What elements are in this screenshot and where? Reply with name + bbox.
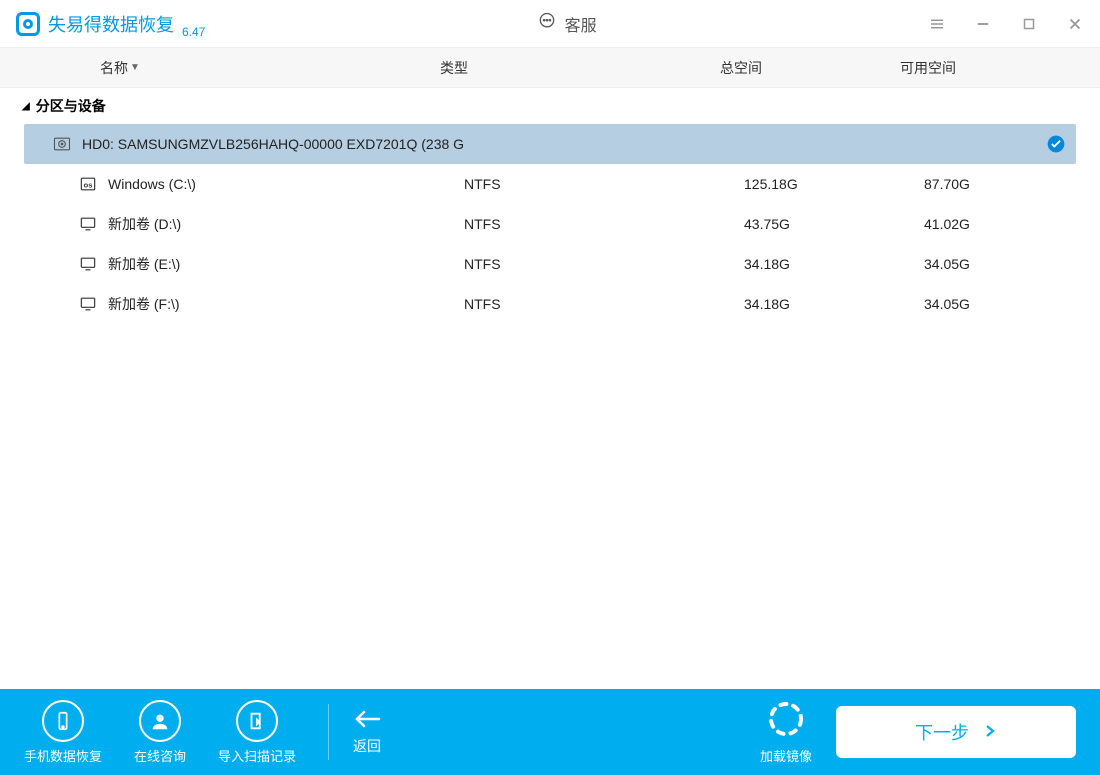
- row-label: 新加卷 (F:\): [108, 294, 180, 314]
- table-row[interactable]: os Windows (C:\) NTFS 125.18G 87.70G: [24, 164, 1076, 204]
- disk-icon: [52, 134, 72, 154]
- phone-label: 手机数据恢复: [24, 746, 102, 765]
- row-label: HD0: SAMSUNGMZVLB256HAHQ-00000 EXD7201Q …: [82, 136, 464, 152]
- check-icon: [1036, 134, 1076, 154]
- svg-text:os: os: [84, 180, 93, 189]
- row-type: NTFS: [464, 176, 744, 192]
- drive-icon: [78, 214, 98, 234]
- support-label: 客服: [565, 12, 597, 36]
- back-label: 返回: [353, 736, 381, 756]
- column-free[interactable]: 可用空间: [900, 58, 1100, 78]
- table-header: 名称 ▼ 类型 总空间 可用空间: [0, 48, 1100, 88]
- import-button[interactable]: 导入扫描记录: [218, 700, 296, 765]
- main-area: ◢ 分区与设备 HD0: SAMSUNGMZVLB256HAHQ-00000 E…: [0, 88, 1100, 689]
- window-controls: [928, 15, 1084, 33]
- consult-label: 在线咨询: [134, 746, 186, 765]
- chevron-right-icon: [983, 722, 997, 743]
- chat-icon: [537, 11, 557, 36]
- menu-button[interactable]: [928, 15, 946, 33]
- column-type[interactable]: 类型: [440, 58, 720, 78]
- footer-separator: [328, 704, 329, 760]
- collapse-arrow-icon: ◢: [22, 101, 30, 112]
- app-logo: [16, 12, 40, 36]
- row-free: 41.02G: [924, 216, 1036, 232]
- import-icon: [236, 700, 278, 742]
- row-type: NTFS: [464, 256, 744, 272]
- next-label: 下一步: [915, 719, 969, 745]
- drive-icon: [78, 294, 98, 314]
- section-title: 分区与设备: [36, 96, 106, 116]
- footer: 手机数据恢复 在线咨询 导入扫描记录 返回 加载镜像 下一步: [0, 689, 1100, 775]
- row-total: 125.18G: [744, 176, 924, 192]
- column-name[interactable]: 名称 ▼: [0, 58, 440, 78]
- import-label: 导入扫描记录: [218, 746, 296, 765]
- phone-icon: [42, 700, 84, 742]
- minimize-button[interactable]: [974, 15, 992, 33]
- row-label: Windows (C:\): [108, 176, 196, 192]
- row-free: 87.70G: [924, 176, 1036, 192]
- table-row[interactable]: 新加卷 (F:\) NTFS 34.18G 34.05G: [24, 284, 1076, 324]
- sort-arrow-icon: ▼: [130, 62, 140, 73]
- app-version: 6.47: [182, 25, 205, 47]
- column-name-label: 名称: [100, 58, 128, 78]
- row-total: 34.18G: [744, 256, 924, 272]
- back-arrow-icon: [353, 709, 381, 732]
- table-row[interactable]: 新加卷 (E:\) NTFS 34.18G 34.05G: [24, 244, 1076, 284]
- table-row[interactable]: HD0: SAMSUNGMZVLB256HAHQ-00000 EXD7201Q …: [24, 124, 1076, 164]
- row-total: 43.75G: [744, 216, 924, 232]
- row-type: NTFS: [464, 296, 744, 312]
- column-total[interactable]: 总空间: [720, 58, 900, 78]
- maximize-button[interactable]: [1020, 15, 1038, 33]
- close-button[interactable]: [1066, 15, 1084, 33]
- load-image-label: 加载镜像: [760, 746, 812, 765]
- row-free: 34.05G: [924, 296, 1036, 312]
- next-button[interactable]: 下一步: [836, 706, 1076, 758]
- row-total: 34.18G: [744, 296, 924, 312]
- load-image-button[interactable]: 加载镜像: [760, 699, 812, 765]
- app-title: 失易得数据恢复: [48, 11, 174, 37]
- loading-icon: [766, 699, 806, 742]
- drive-icon: [78, 254, 98, 274]
- row-label: 新加卷 (D:\): [108, 214, 181, 234]
- titlebar: 失易得数据恢复 6.47 客服: [0, 0, 1100, 48]
- back-button[interactable]: 返回: [353, 709, 381, 756]
- section-partitions[interactable]: ◢ 分区与设备: [0, 88, 1100, 124]
- support-button[interactable]: 客服: [205, 11, 928, 36]
- consult-button[interactable]: 在线咨询: [134, 700, 186, 765]
- row-type: NTFS: [464, 216, 744, 232]
- row-free: 34.05G: [924, 256, 1036, 272]
- person-icon: [139, 700, 181, 742]
- os-drive-icon: os: [78, 174, 98, 194]
- table-row[interactable]: 新加卷 (D:\) NTFS 43.75G 41.02G: [24, 204, 1076, 244]
- row-label: 新加卷 (E:\): [108, 254, 180, 274]
- phone-recovery-button[interactable]: 手机数据恢复: [24, 700, 102, 765]
